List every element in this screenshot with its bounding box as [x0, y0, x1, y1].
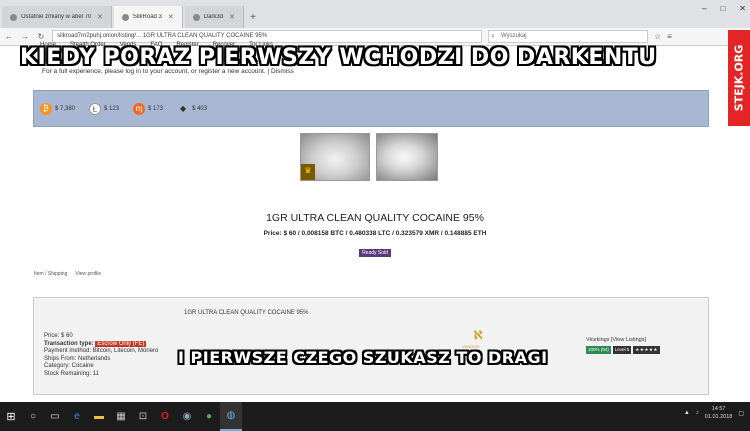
detail-category: Category: Cocaine: [44, 363, 94, 369]
search-input[interactable]: ⌕ Wyszukaj: [488, 30, 648, 43]
tab-label: Dark3d: [203, 14, 224, 20]
clock-date: 01.01.2018: [704, 414, 733, 420]
vendor-rating: 100% (94) Level 5 ★★★★★: [586, 346, 660, 354]
close-icon[interactable]: ✕: [168, 13, 174, 21]
detail-panel: 1GR ULTRA CLEAN QUALITY COCAINE 95% Pric…: [33, 297, 709, 395]
steam-icon[interactable]: ◉: [176, 402, 198, 431]
product-image-2[interactable]: [376, 133, 438, 181]
sold-badge: Ready Sold: [359, 249, 391, 257]
search-icon: ⌕: [491, 33, 495, 40]
btc-price: ₿ $ 7,380: [40, 102, 76, 115]
ship-from-link[interactable]: Item / Shipping: [34, 271, 67, 277]
system-tray: ▲ ♪ 14:57 01.01.2018 ▢: [684, 405, 744, 421]
store-icon[interactable]: ⊡: [132, 402, 154, 431]
watermark-logo: STEJK.ORG: [728, 30, 750, 126]
watermark-text: STEJK.ORG: [732, 44, 746, 112]
sold-badge-wrap: Ready Sold: [0, 241, 750, 259]
view-profile-link[interactable]: View profile: [75, 271, 101, 277]
detail-payment: Payment method: Bitcoin, Litecoin, Moner…: [44, 348, 159, 354]
rating-level: Level 5: [612, 346, 632, 354]
trophy-icon: ♛: [301, 164, 315, 180]
panel-title: 1GR ULTRA CLEAN QUALITY COCAINE 95%: [184, 310, 309, 316]
price-bar: ₿ $ 7,380 Ł $ 123 ɱ $ 173 ◆ $ 403: [33, 90, 709, 127]
calculator-icon[interactable]: ▦: [110, 402, 132, 431]
detail-ships-from: Ships From: Netherlands: [44, 355, 111, 362]
search-placeholder: Wyszukaj: [501, 33, 527, 39]
tab-label: SilkRoad 3: [132, 14, 162, 20]
file-explorer-icon[interactable]: ▬: [88, 402, 110, 431]
tab-2[interactable]: SilkRoad 3 ✕: [113, 6, 183, 28]
ltc-value: $ 123: [104, 105, 120, 112]
clock[interactable]: 14:57 01.01.2018: [705, 405, 733, 421]
forward-icon[interactable]: →: [20, 32, 30, 41]
btc-value: $ 7,380: [55, 105, 76, 112]
product-image-1[interactable]: ♛: [300, 133, 370, 181]
xmr-value: $ 173: [148, 105, 164, 112]
cortana-search-icon[interactable]: ○: [22, 402, 44, 431]
windows-start-icon[interactable]: ⊞: [0, 402, 22, 431]
close-window-icon[interactable]: ✕: [739, 4, 746, 13]
rating-stars: ★★★★★: [633, 346, 660, 354]
star-icon[interactable]: ☆: [654, 32, 661, 41]
menu-icon[interactable]: ≡: [667, 32, 672, 41]
green-app-icon[interactable]: ●: [198, 402, 220, 431]
ethereum-icon: ◆: [179, 103, 187, 113]
opera-icon[interactable]: O: [154, 402, 176, 431]
maximize-icon[interactable]: □: [720, 4, 725, 13]
tab-3[interactable]: Dark3d ✕: [184, 6, 244, 28]
speaker-icon[interactable]: ♪: [696, 410, 699, 416]
rating-positive: 100% (94): [586, 346, 611, 354]
detail-price: Price: $ 60: [44, 333, 73, 339]
task-view-icon[interactable]: ▭: [44, 402, 66, 431]
window-controls: – □ ✕: [702, 4, 746, 13]
close-icon[interactable]: ✕: [97, 13, 103, 21]
back-icon[interactable]: ←: [4, 32, 14, 41]
ltc-price: Ł $ 123: [89, 102, 120, 115]
tab-1[interactable]: Ostatnie zmiany w abel 708 ✕: [2, 6, 112, 28]
product-title: 1GR ULTRA CLEAN QUALITY COCAINE 95%: [266, 212, 484, 224]
detail-transaction: Transaction type: Escrow Only (FE): [44, 340, 158, 349]
bitcoin-icon: ₿: [40, 102, 52, 115]
detail-stock: Stock Remaining: 11: [44, 370, 99, 377]
eth-price: ◆ $ 403: [177, 103, 207, 115]
vendor-listings-link[interactable]: Vicekings [View Listings]: [586, 337, 646, 343]
tab-favicon-icon: [10, 13, 17, 21]
tor-browser-icon[interactable]: ◍: [220, 402, 242, 431]
tab-favicon-icon: [121, 13, 129, 21]
transaction-label: Transaction type:: [44, 340, 94, 347]
eth-value: $ 403: [192, 105, 208, 112]
xmr-price: ɱ $ 173: [133, 102, 164, 115]
clock-time: 14:57: [711, 406, 726, 412]
ship-info: Item / Shipping View profile: [34, 271, 101, 277]
reload-icon[interactable]: ↻: [36, 32, 46, 41]
notification-icon[interactable]: ▢: [738, 410, 744, 417]
product-price: Price: $ 60 / 0.008158 BTC / 0.480338 LT…: [263, 230, 487, 237]
meme-bottom-caption: I PIERWSZE CZEGO SZUKASZ TO DRAGI: [178, 348, 548, 367]
product-details: Price: $ 60 Transaction type: Escrow Onl…: [44, 333, 158, 378]
monero-icon: ɱ: [133, 102, 146, 115]
new-tab-button[interactable]: +: [244, 6, 262, 28]
minimize-icon[interactable]: –: [702, 4, 706, 13]
transaction-value: Escrow Only (FE): [95, 340, 147, 347]
network-icon[interactable]: ▲: [684, 410, 690, 416]
taskbar: ⊞ ○ ▭ e ▬ ▦ ⊡ O ◉ ● ◍: [0, 402, 750, 431]
litecoin-icon: Ł: [89, 102, 102, 115]
close-icon[interactable]: ✕: [229, 13, 235, 21]
edge-icon[interactable]: e: [66, 402, 88, 431]
tab-favicon-icon: [192, 13, 200, 21]
tab-label: Ostatnie zmiany w abel 708: [21, 14, 91, 20]
tab-bar: Ostatnie zmiany w abel 708 ✕ SilkRoad 3 …: [0, 0, 750, 28]
meme-top-caption: KIEDY PORAZ PIERWSZY WCHODZI DO DARKENTU: [20, 45, 657, 70]
screen: Ostatnie zmiany w abel 708 ✕ SilkRoad 3 …: [0, 0, 750, 431]
